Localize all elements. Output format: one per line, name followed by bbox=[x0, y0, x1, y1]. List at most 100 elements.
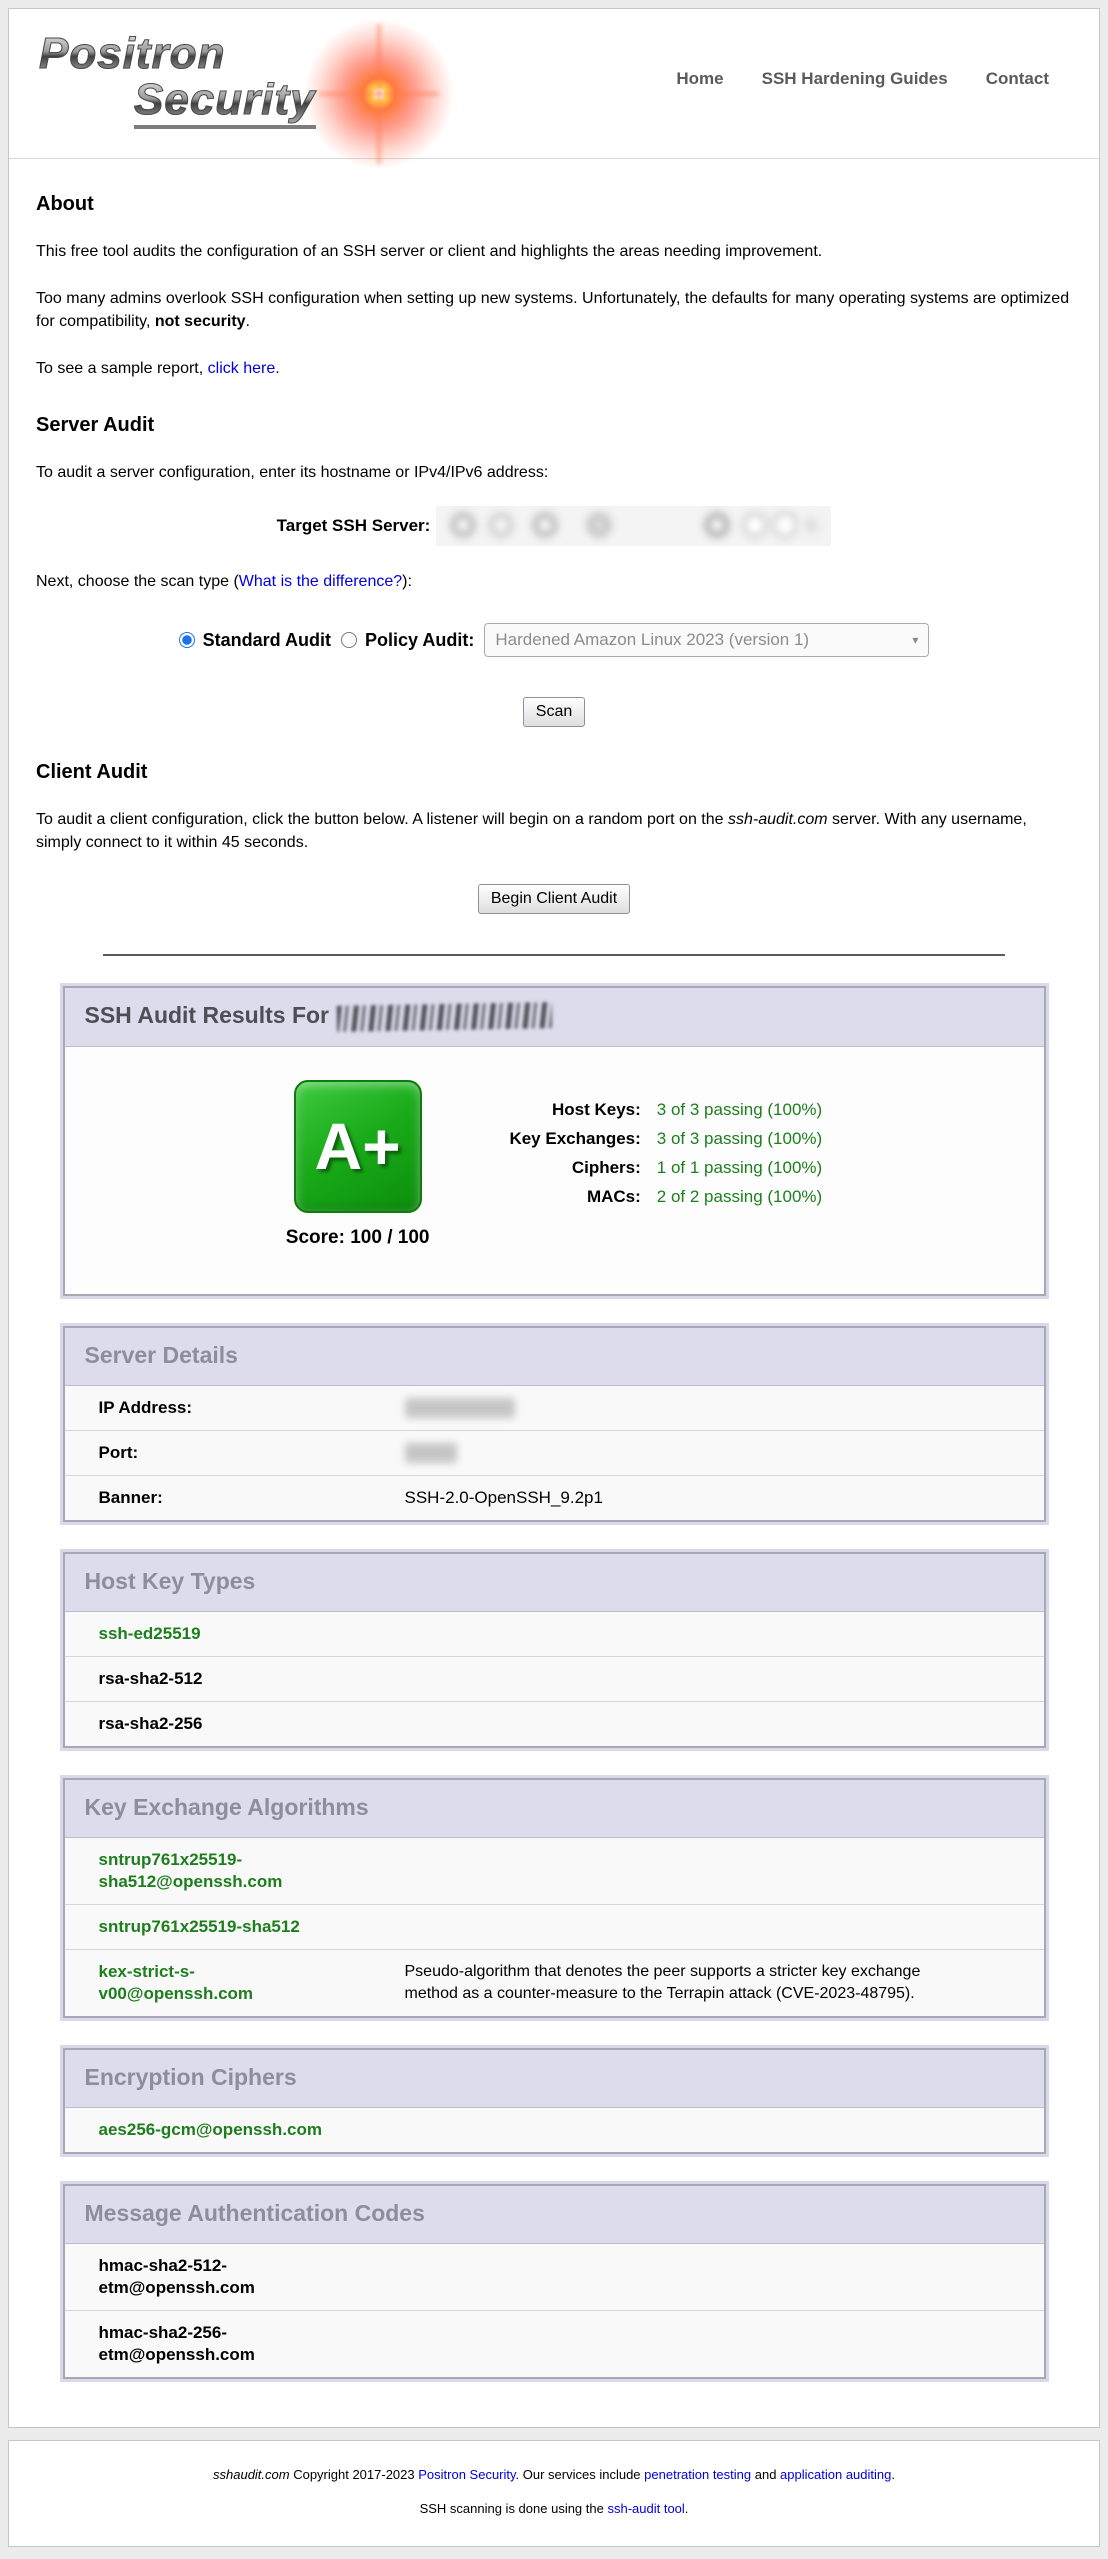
about-p2-end: . bbox=[246, 313, 250, 330]
logo-flare-icon bbox=[294, 19, 464, 169]
footer-line-1: sshaudit.com Copyright 2017-2023 Positro… bbox=[9, 2467, 1099, 2482]
footer-site-name: sshaudit.com bbox=[213, 2467, 290, 2482]
table-row: Port: bbox=[65, 1430, 1044, 1475]
policy-audit-text: Policy Audit: bbox=[365, 630, 474, 651]
begin-client-audit-button[interactable]: Begin Client Audit bbox=[478, 884, 630, 914]
footer-scan-end: . bbox=[685, 2501, 689, 2516]
mac-name: hmac-sha2-512-etm@openssh.com bbox=[99, 2255, 344, 2299]
about-paragraph-1: This free tool audits the configuration … bbox=[36, 240, 1072, 263]
footer-services-text: . Our services include bbox=[516, 2467, 645, 2482]
grade-letter: A+ bbox=[315, 1108, 401, 1184]
banner-value: SSH-2.0-OpenSSH_9.2p1 bbox=[405, 1476, 1044, 1520]
scan-type-difference-link[interactable]: What is the difference? bbox=[239, 573, 402, 590]
audit-results-heading: SSH Audit Results For bbox=[65, 988, 1044, 1047]
macs-table: hmac-sha2-512-etm@openssh.com hmac-sha2-… bbox=[65, 2244, 1044, 2377]
key-exchange-table: sntrup761x25519-sha512@openssh.com sntru… bbox=[65, 1838, 1044, 2016]
table-row: hmac-sha2-256-etm@openssh.com bbox=[65, 2310, 1044, 2377]
host-key-name: ssh-ed25519 bbox=[99, 1623, 344, 1645]
stat-label-host-keys: Host Keys: bbox=[509, 1100, 640, 1120]
about-p2-bold: not security bbox=[155, 313, 246, 330]
footer-pentest-link[interactable]: penetration testing bbox=[644, 2467, 751, 2482]
footer-copyright: Copyright 2017-2023 bbox=[290, 2467, 419, 2482]
client-audit-domain: ssh-audit.com bbox=[728, 811, 828, 828]
panel-key-exchange: Key Exchange Algorithms sntrup761x25519-… bbox=[63, 1778, 1046, 2018]
table-row: rsa-sha2-256 bbox=[65, 1701, 1044, 1746]
logo-text-line1: Positron bbox=[39, 31, 225, 77]
about-paragraph-3: To see a sample report, click here. bbox=[36, 357, 1072, 380]
encryption-ciphers-heading: Encryption Ciphers bbox=[65, 2050, 1044, 2108]
nav-contact[interactable]: Contact bbox=[986, 69, 1049, 89]
scan-type-end: ): bbox=[402, 573, 412, 590]
client-audit-button-row: Begin Client Audit bbox=[36, 884, 1072, 914]
mac-name: hmac-sha2-256-etm@openssh.com bbox=[99, 2322, 344, 2366]
sample-report-text: To see a sample report, bbox=[36, 360, 208, 377]
client-audit-paragraph: To audit a client configuration, click t… bbox=[36, 808, 1072, 854]
scan-type-line: Next, choose the scan type (What is the … bbox=[36, 570, 1072, 593]
policy-select-value: Hardened Amazon Linux 2023 (version 1) bbox=[495, 630, 809, 650]
chevron-down-icon: ▾ bbox=[912, 633, 918, 647]
positron-security-logo[interactable]: Positron Security bbox=[39, 31, 559, 151]
kex-algorithm-note bbox=[405, 1838, 980, 1904]
footer-positron-link[interactable]: Positron Security bbox=[418, 2467, 515, 2482]
footer-and-text: and bbox=[751, 2467, 780, 2482]
audit-results-body: A+ Score: 100 / 100 Host Keys: 3 of 3 pa… bbox=[65, 1047, 1044, 1294]
policy-audit-radio[interactable] bbox=[341, 632, 357, 648]
section-divider bbox=[103, 954, 1004, 956]
site-footer: sshaudit.com Copyright 2017-2023 Positro… bbox=[8, 2440, 1100, 2547]
grade-badge: A+ bbox=[294, 1080, 422, 1213]
host-key-types-table: ssh-ed25519 rsa-sha2-512 rsa-sha2-256 bbox=[65, 1612, 1044, 1746]
kex-algorithm-name: kex-strict-s-v00@openssh.com bbox=[99, 1961, 344, 2005]
table-row: rsa-sha2-512 bbox=[65, 1656, 1044, 1701]
table-row: sntrup761x25519-sha512@openssh.com bbox=[65, 1838, 1044, 1904]
nav-home[interactable]: Home bbox=[676, 69, 723, 89]
logo-text-line2: Security bbox=[134, 77, 316, 129]
kex-algorithm-name: sntrup761x25519-sha512 bbox=[99, 1916, 344, 1938]
server-details-table: IP Address: Port: Banner: SSH-2.0-OpenSS… bbox=[65, 1386, 1044, 1520]
target-server-row: Target SSH Server: bbox=[36, 506, 1072, 546]
nav-ssh-hardening-guides[interactable]: SSH Hardening Guides bbox=[762, 69, 948, 89]
about-paragraph-2: Too many admins overlook SSH configurati… bbox=[36, 287, 1072, 333]
port-value bbox=[405, 1431, 1044, 1475]
table-row: IP Address: bbox=[65, 1386, 1044, 1430]
score-label: Score: 100 / 100 bbox=[286, 1227, 430, 1249]
cipher-name: aes256-gcm@openssh.com bbox=[99, 2119, 344, 2141]
table-row: ssh-ed25519 bbox=[65, 1612, 1044, 1656]
redacted-ip-value bbox=[405, 1398, 515, 1418]
table-row: aes256-gcm@openssh.com bbox=[65, 2108, 1044, 2152]
footer-appaudit-link[interactable]: application auditing bbox=[780, 2467, 891, 2482]
port-label: Port: bbox=[65, 1431, 405, 1475]
audit-results-title-text: SSH Audit Results For bbox=[85, 1002, 330, 1028]
table-row: kex-strict-s-v00@openssh.com Pseudo-algor… bbox=[65, 1949, 1044, 2016]
sample-report-link[interactable]: click here bbox=[208, 360, 276, 377]
footer-ssh-audit-tool-link[interactable]: ssh-audit tool bbox=[607, 2501, 684, 2516]
scan-type-controls: Standard Audit Policy Audit: Hardened Am… bbox=[36, 623, 1072, 657]
stat-value-host-keys: 3 of 3 passing (100%) bbox=[657, 1100, 822, 1120]
scan-button[interactable]: Scan bbox=[523, 697, 585, 727]
about-heading: About bbox=[36, 193, 1072, 216]
kex-algorithm-note bbox=[405, 1905, 980, 1949]
ip-address-label: IP Address: bbox=[65, 1386, 405, 1430]
stat-value-key-exchanges: 3 of 3 passing (100%) bbox=[657, 1129, 822, 1149]
standard-audit-radio-label[interactable]: Standard Audit bbox=[179, 630, 331, 651]
main-content-card: Positron Security Home SSH Hardening Gui… bbox=[8, 8, 1100, 2428]
main-nav: Home SSH Hardening Guides Contact bbox=[676, 69, 1049, 89]
redacted-port-value bbox=[405, 1443, 457, 1463]
table-row: Banner: SSH-2.0-OpenSSH_9.2p1 bbox=[65, 1475, 1044, 1520]
target-server-input-redacted[interactable] bbox=[436, 506, 831, 546]
stat-label-ciphers: Ciphers: bbox=[509, 1158, 640, 1178]
sample-report-end: . bbox=[275, 360, 279, 377]
footer-scan-text: SSH scanning is done using the bbox=[420, 2501, 608, 2516]
redacted-hostname bbox=[337, 1002, 552, 1032]
server-audit-intro: To audit a server configuration, enter i… bbox=[36, 461, 1072, 484]
client-audit-text: To audit a client configuration, click t… bbox=[36, 811, 728, 828]
kex-algorithm-note: Pseudo-algorithm that denotes the peer s… bbox=[405, 1950, 980, 2016]
panel-encryption-ciphers: Encryption Ciphers aes256-gcm@openssh.co… bbox=[63, 2048, 1046, 2154]
host-key-name: rsa-sha2-256 bbox=[99, 1713, 344, 1735]
standard-audit-radio[interactable] bbox=[179, 632, 195, 648]
stat-label-macs: MACs: bbox=[509, 1187, 640, 1207]
site-header: Positron Security Home SSH Hardening Gui… bbox=[9, 9, 1099, 159]
results-stats: Host Keys: 3 of 3 passing (100%) Key Exc… bbox=[509, 1047, 822, 1294]
table-row: hmac-sha2-512-etm@openssh.com bbox=[65, 2244, 1044, 2310]
policy-select[interactable]: Hardened Amazon Linux 2023 (version 1) ▾ bbox=[484, 623, 929, 657]
policy-audit-radio-label[interactable]: Policy Audit: bbox=[341, 630, 474, 651]
